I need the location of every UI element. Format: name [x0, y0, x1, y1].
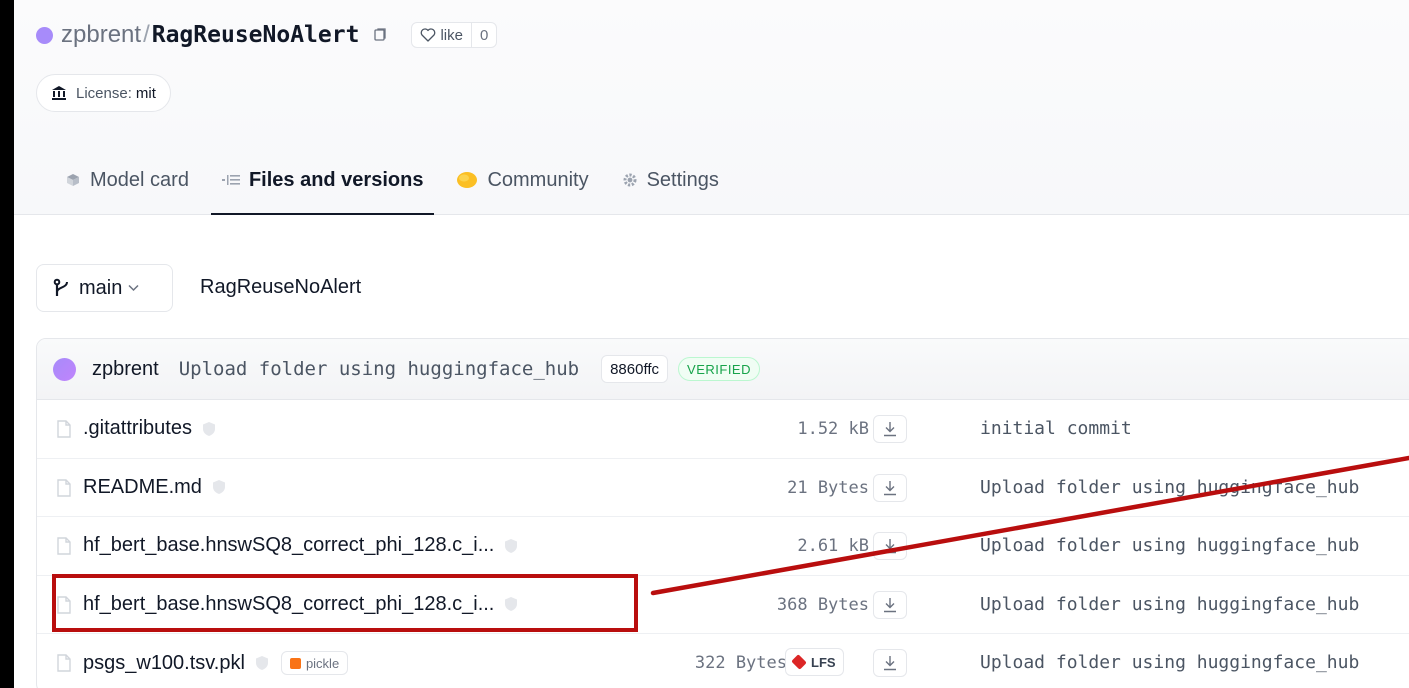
- table-row[interactable]: hf_bert_base.hnswSQ8_correct_phi_128.c_i…: [37, 576, 1409, 634]
- file-icon: [57, 654, 71, 677]
- model-card-icon: [67, 174, 79, 186]
- download-icon: [884, 480, 896, 495]
- download-button[interactable]: [873, 532, 907, 560]
- download-icon: [884, 539, 896, 554]
- chevron-down-icon: [128, 284, 139, 292]
- file-icon: [57, 420, 71, 443]
- file-name-link[interactable]: hf_bert_base.hnswSQ8_correct_phi_128.c_i…: [83, 534, 494, 557]
- verified-badge: VERIFIED: [678, 357, 760, 381]
- owner-avatar[interactable]: [36, 26, 53, 44]
- branch-name: main: [79, 276, 123, 299]
- tab-label: Files and versions: [248, 168, 424, 191]
- last-commit-row: zpbrent Upload folder using huggingface_…: [37, 339, 1409, 400]
- commit-author[interactable]: zpbrent: [92, 358, 159, 381]
- commit-message[interactable]: Upload folder using huggingface_hub: [179, 358, 579, 380]
- repo-tabs: Model card Files and versions Community …: [54, 155, 741, 215]
- file-commit-message[interactable]: initial commit: [980, 418, 1132, 439]
- file-commit-message[interactable]: Upload folder using huggingface_hub: [980, 594, 1359, 615]
- download-button[interactable]: [873, 473, 907, 502]
- shield-icon: [212, 479, 226, 495]
- repo-owner-link[interactable]: zpbrent: [61, 21, 141, 49]
- download-icon: [884, 597, 896, 612]
- license-badge[interactable]: License: mit: [36, 74, 171, 112]
- file-size: 21 Bytes: [787, 477, 869, 498]
- copy-icon[interactable]: [371, 26, 389, 44]
- repo-header: zpbrent / RagReuseNoAlert like 0 License…: [14, 0, 1409, 215]
- file-icon: [57, 595, 71, 619]
- file-name-link[interactable]: hf_bert_base.hnswSQ8_correct_phi_128.c_i…: [83, 593, 494, 616]
- download-icon: [884, 656, 896, 671]
- download-button[interactable]: [873, 649, 907, 677]
- path-separator: /: [143, 21, 150, 48]
- download-button[interactable]: [873, 415, 907, 443]
- tab-label: Settings: [646, 168, 719, 191]
- lfs-badge[interactable]: LFS: [785, 648, 844, 676]
- tab-community[interactable]: Community: [445, 155, 599, 205]
- pickle-label: pickle: [305, 655, 340, 671]
- file-size: 2.61 kB: [797, 536, 869, 556]
- tab-label: Community: [487, 168, 589, 191]
- file-table: zpbrent Upload folder using huggingface_…: [36, 338, 1409, 688]
- pickle-badge[interactable]: pickle: [280, 651, 349, 675]
- like-label: like: [440, 26, 463, 44]
- tab-files-and-versions[interactable]: Files and versions: [210, 155, 435, 215]
- like-button[interactable]: like 0: [411, 22, 498, 48]
- file-size: 1.52 kB: [797, 419, 869, 439]
- lfs-label: LFS: [811, 654, 836, 670]
- table-row[interactable]: .gitattributes 1.52 kB initial commit: [37, 400, 1409, 459]
- files-icon: [221, 175, 240, 185]
- shield-icon: [504, 538, 518, 554]
- file-name-link[interactable]: README.md: [83, 476, 202, 499]
- download-button[interactable]: [873, 590, 907, 619]
- avatar[interactable]: [53, 357, 76, 381]
- tab-label: Model card: [90, 168, 189, 191]
- file-name-link[interactable]: psgs_w100.tsv.pkl: [83, 652, 245, 675]
- license-value: mit: [135, 84, 156, 102]
- like-count: 0: [479, 26, 489, 44]
- file-commit-message[interactable]: Upload folder using huggingface_hub: [980, 477, 1359, 498]
- pickle-icon: [289, 657, 301, 669]
- table-row[interactable]: hf_bert_base.hnswSQ8_correct_phi_128.c_i…: [37, 517, 1409, 576]
- community-icon: [457, 172, 478, 188]
- bank-icon: [52, 86, 66, 100]
- repo-title-row: zpbrent / RagReuseNoAlert like 0: [36, 20, 498, 50]
- commit-hash[interactable]: 8860ffc: [601, 355, 669, 383]
- file-size: 322 Bytes: [694, 653, 787, 673]
- branch-icon: [53, 278, 68, 296]
- file-size: 368 Bytes: [776, 594, 869, 615]
- table-row[interactable]: README.md 21 Bytes Upload folder using h…: [37, 459, 1409, 517]
- shield-icon: [255, 655, 269, 671]
- repo-name-link[interactable]: RagReuseNoAlert: [152, 22, 360, 48]
- gear-icon: [623, 173, 637, 187]
- shield-icon: [504, 596, 518, 612]
- file-commit-message[interactable]: Upload folder using huggingface_hub: [980, 652, 1359, 673]
- download-icon: [884, 422, 896, 437]
- branch-selector[interactable]: main: [36, 264, 173, 312]
- table-row[interactable]: psgs_w100.tsv.pkl pickle 322 Bytes LFS U…: [37, 634, 1409, 688]
- breadcrumb[interactable]: RagReuseNoAlert: [200, 276, 361, 299]
- file-icon: [57, 478, 71, 502]
- page-canvas: zpbrent / RagReuseNoAlert like 0 License…: [14, 0, 1409, 688]
- lfs-icon: [791, 654, 807, 670]
- file-name-link[interactable]: .gitattributes: [83, 417, 192, 440]
- tab-model-card[interactable]: Model card: [54, 155, 200, 205]
- shield-icon: [202, 421, 216, 437]
- file-icon: [57, 537, 71, 560]
- file-commit-message[interactable]: Upload folder using huggingface_hub: [980, 535, 1359, 556]
- heart-icon: [421, 28, 436, 42]
- license-label: License:: [76, 84, 132, 102]
- tab-settings[interactable]: Settings: [611, 155, 730, 205]
